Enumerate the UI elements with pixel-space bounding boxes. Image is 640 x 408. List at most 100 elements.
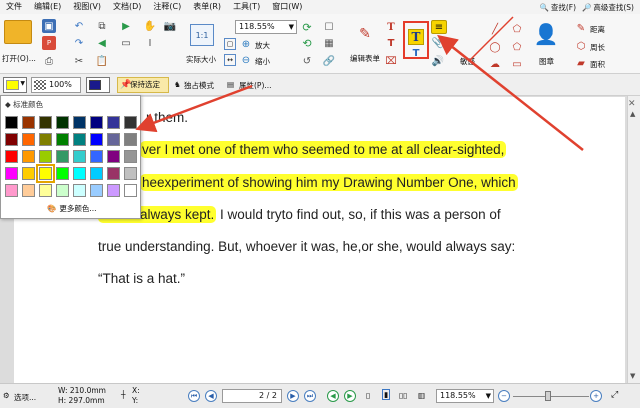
view-icon[interactable]: ☐ [322, 20, 336, 34]
zoom-out-label[interactable]: 缩小 [255, 56, 270, 67]
color-swatch[interactable] [90, 184, 103, 197]
stamp-label[interactable]: 图章 [539, 56, 554, 67]
edit-form-label[interactable]: 编辑表单 [350, 53, 380, 64]
distance-icon[interactable]: ✎ [575, 22, 587, 34]
color-swatch[interactable] [5, 184, 18, 197]
link-icon[interactable]: 🔗 [322, 54, 336, 68]
cloud-tool-icon[interactable]: ☁ [488, 57, 502, 71]
first-page-button[interactable]: ⏮ [188, 390, 200, 402]
color-swatch[interactable] [107, 133, 120, 146]
note-icon[interactable]: ≡ [431, 20, 447, 34]
opacity-select[interactable]: 100% [31, 77, 81, 93]
keep-selected-button[interactable]: 📌 保持选定 [117, 77, 169, 93]
color-swatch[interactable] [107, 150, 120, 163]
color-swatch[interactable] [90, 167, 103, 180]
color-swatch[interactable] [22, 150, 35, 163]
color-swatch[interactable] [39, 133, 52, 146]
color-swatch[interactable] [56, 167, 69, 180]
typewriter-icon[interactable]: T [384, 36, 398, 50]
underline-text-icon[interactable]: T [409, 47, 423, 59]
perimeter-label[interactable]: 周长 [590, 42, 605, 53]
back-view-button[interactable]: ◀ [327, 390, 339, 402]
hand-tool-icon[interactable]: ✋ [143, 19, 157, 33]
color-swatch[interactable] [124, 150, 137, 163]
color-swatch[interactable] [73, 150, 86, 163]
rectangle-tool-icon[interactable]: ▭ [510, 57, 524, 71]
highlight-text-icon[interactable]: T [408, 29, 424, 45]
color-swatch[interactable] [56, 116, 69, 129]
color-swatch[interactable] [39, 184, 52, 197]
circle-tool-icon[interactable]: ◯ [488, 40, 502, 54]
rotate-left-icon[interactable]: ⟲ [300, 36, 314, 50]
page-number-input[interactable]: 2 / 2 [222, 389, 282, 403]
color-swatch[interactable] [36, 164, 55, 183]
distance-label[interactable]: 距离 [590, 24, 605, 35]
cut-icon[interactable]: ✂ [72, 54, 86, 68]
fit-width-icon[interactable]: ↔ [224, 54, 236, 66]
color-swatch[interactable] [56, 150, 69, 163]
zoom-in-button[interactable]: + [590, 390, 602, 402]
color-swatch[interactable] [90, 150, 103, 163]
stroke-color-button[interactable] [86, 77, 110, 93]
actual-size-icon[interactable]: 1:1 [190, 24, 214, 46]
text-tool-icon[interactable]: T [384, 20, 398, 34]
refresh-icon[interactable]: ↺ [300, 54, 314, 68]
color-swatch[interactable] [39, 116, 52, 129]
zoom-in-icon[interactable]: ⊕ [240, 38, 252, 50]
stamp-icon[interactable]: 👤 [533, 20, 559, 48]
color-swatch[interactable] [124, 116, 137, 129]
scroll-down-icon[interactable]: ▼ [630, 372, 635, 380]
grid-icon[interactable]: ▦ [322, 36, 336, 50]
properties-button[interactable]: 属性(P)... [239, 80, 272, 91]
copy-icon[interactable]: ⧉ [95, 19, 109, 33]
zoom-out-icon[interactable]: ⊖ [240, 54, 252, 66]
color-swatch[interactable] [124, 167, 137, 180]
area-icon[interactable]: ▰ [575, 57, 587, 69]
menu-window[interactable]: 窗口(W) [266, 0, 308, 14]
zoom-slider-thumb[interactable] [545, 391, 551, 401]
fullscreen-icon[interactable]: ⤢ [611, 390, 618, 400]
area-label[interactable]: 面积 [590, 59, 605, 70]
save-icon[interactable]: ▣ [42, 19, 56, 33]
color-swatch[interactable] [5, 150, 18, 163]
color-swatch[interactable] [73, 184, 86, 197]
actual-size-label[interactable]: 实际大小 [186, 54, 216, 65]
menu-view[interactable]: 视图(V) [67, 0, 107, 14]
menu-comment[interactable]: 注释(C) [147, 0, 187, 14]
advanced-find-button[interactable]: 🔎 高级查找(S) [582, 2, 634, 13]
zoom-select[interactable]: 118.55% ▼ [235, 20, 297, 34]
pin-icon[interactable]: 📎 [431, 36, 445, 50]
edit-form-icon[interactable]: ✎ [352, 22, 378, 46]
menu-edit[interactable]: 编辑(E) [28, 0, 67, 14]
color-swatch[interactable] [107, 116, 120, 129]
sound-icon[interactable]: 🔊 [431, 54, 445, 68]
color-swatch[interactable] [124, 133, 137, 146]
color-swatch[interactable] [22, 116, 35, 129]
zoom-out-button[interactable]: − [498, 390, 510, 402]
color-swatch[interactable] [5, 133, 18, 146]
color-swatch[interactable] [73, 133, 86, 146]
find-button[interactable]: 🔍 查找(F) [540, 2, 577, 13]
zoom-in-label[interactable]: 放大 [255, 40, 270, 51]
color-swatch[interactable] [22, 133, 35, 146]
paste-icon[interactable]: 📋 [95, 54, 109, 68]
color-swatch[interactable] [39, 150, 52, 163]
color-swatch[interactable] [90, 116, 103, 129]
menu-file[interactable]: 文件 [0, 0, 28, 14]
color-swatch[interactable] [107, 167, 120, 180]
line-tool-icon[interactable]: ╱ [488, 22, 502, 36]
color-swatch[interactable] [5, 116, 18, 129]
color-swatch[interactable] [73, 167, 86, 180]
open-folder-icon[interactable] [4, 20, 32, 44]
menu-document[interactable]: 文档(D) [107, 0, 147, 14]
zoom-level-select[interactable]: 118.55% ▼ [436, 389, 494, 403]
single-page-icon[interactable]: ▯ [366, 391, 370, 400]
pentagon-tool-icon[interactable]: ⬠ [510, 40, 524, 54]
snapshot-icon[interactable]: ▭ [119, 36, 133, 50]
rotate-icon[interactable]: ⟳ [300, 20, 314, 34]
redo-icon[interactable]: ↷ [72, 36, 86, 50]
perimeter-icon[interactable]: ⬡ [575, 40, 587, 52]
more-colors-button[interactable]: 🎨 更多颜色... [47, 203, 97, 214]
polygon-tool-icon[interactable]: ⬠ [510, 22, 524, 36]
highlight-annotation[interactable]: ver I met one of them who seemed to me a… [140, 141, 507, 158]
